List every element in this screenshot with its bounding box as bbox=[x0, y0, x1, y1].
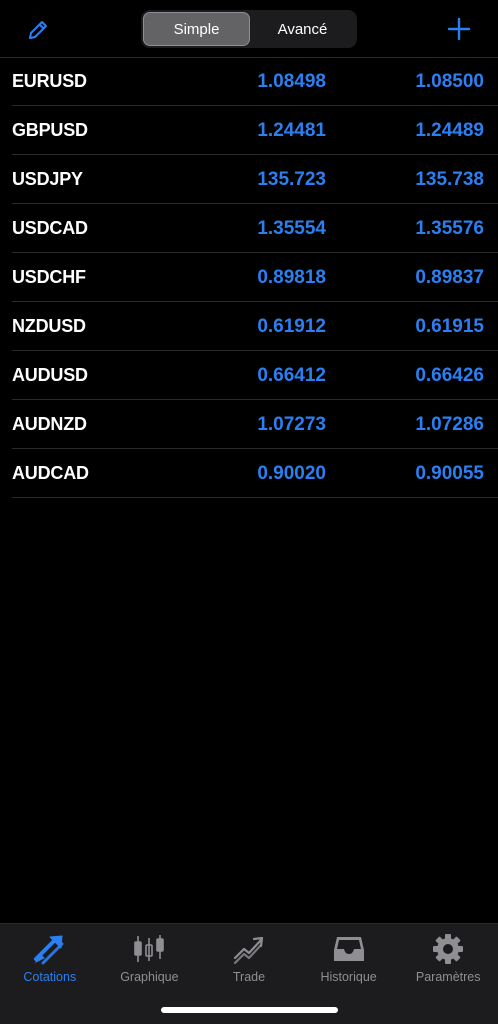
quote-ask: 1.35576 bbox=[415, 218, 484, 239]
quote-symbol: USDCAD bbox=[12, 218, 88, 238]
plus-icon bbox=[447, 17, 471, 41]
quote-symbol: USDCHF bbox=[12, 267, 86, 287]
tab-label: Trade bbox=[232, 970, 266, 984]
tab-trade[interactable]: Trade bbox=[199, 930, 299, 990]
inbox-tray-icon bbox=[333, 937, 364, 961]
quote-symbol: EURUSD bbox=[12, 71, 87, 91]
quote-row[interactable]: EURUSD 1.08498 1.08500 bbox=[12, 57, 498, 106]
candlestick-icon bbox=[134, 935, 165, 962]
quote-bid: 1.07273 bbox=[257, 414, 326, 435]
quote-symbol: AUDNZD bbox=[12, 414, 87, 434]
quote-row[interactable]: AUDCAD 0.90020 0.90055 bbox=[12, 449, 498, 498]
quote-ask: 0.66426 bbox=[415, 365, 484, 386]
quote-row[interactable]: USDCHF 0.89818 0.89837 bbox=[12, 253, 498, 302]
quote-bid: 0.66412 bbox=[257, 365, 326, 386]
quote-symbol: NZDUSD bbox=[12, 316, 86, 336]
segment-advanced[interactable]: Avancé bbox=[250, 12, 355, 46]
quote-ask: 1.07286 bbox=[415, 414, 484, 435]
quote-bid: 1.08498 bbox=[257, 71, 326, 92]
quote-row[interactable]: USDCAD 1.35554 1.35576 bbox=[12, 204, 498, 253]
quote-bid: 135.723 bbox=[257, 169, 326, 190]
tab-label: Graphique bbox=[120, 970, 179, 984]
trade-chart-icon bbox=[233, 936, 264, 965]
quote-ask: 135.738 bbox=[415, 169, 484, 190]
quote-ask: 0.61915 bbox=[415, 316, 484, 337]
tab-historique[interactable]: Historique bbox=[299, 930, 399, 990]
top-bar: Simple Avancé bbox=[0, 0, 498, 58]
quote-ask: 0.89837 bbox=[415, 267, 484, 288]
quote-symbol: AUDUSD bbox=[12, 365, 88, 385]
quote-row[interactable]: USDJPY 135.723 135.738 bbox=[12, 155, 498, 204]
gear-icon bbox=[433, 934, 464, 964]
quote-row[interactable]: AUDUSD 0.66412 0.66426 bbox=[12, 351, 498, 400]
quote-symbol: USDJPY bbox=[12, 169, 83, 189]
tab-label: Historique bbox=[320, 970, 377, 984]
view-mode-segmented-control: Simple Avancé bbox=[141, 10, 357, 48]
quote-bid: 1.35554 bbox=[257, 218, 326, 239]
tab-label: Cotations bbox=[23, 970, 77, 984]
quote-ask: 1.08500 bbox=[415, 71, 484, 92]
quote-ask: 0.90055 bbox=[415, 463, 484, 484]
quote-bid: 0.89818 bbox=[257, 267, 326, 288]
quote-bid: 0.90020 bbox=[257, 463, 326, 484]
edit-button[interactable] bbox=[24, 16, 52, 44]
quote-symbol: GBPUSD bbox=[12, 120, 88, 140]
pencil-icon bbox=[29, 21, 47, 39]
tab-cotations[interactable]: Cotations bbox=[0, 930, 100, 990]
quotes-list: EURUSD 1.08498 1.08500 GBPUSD 1.24481 1.… bbox=[12, 57, 498, 498]
quote-symbol: AUDCAD bbox=[12, 463, 89, 483]
quotes-arrows-icon bbox=[33, 935, 64, 965]
quote-bid: 0.61912 bbox=[257, 316, 326, 337]
quote-row[interactable]: NZDUSD 0.61912 0.61915 bbox=[12, 302, 498, 351]
tab-label: Paramètres bbox=[415, 970, 481, 984]
tab-graphique[interactable]: Graphique bbox=[100, 930, 200, 990]
segment-simple[interactable]: Simple bbox=[143, 12, 250, 46]
quote-bid: 1.24481 bbox=[257, 120, 326, 141]
add-symbol-button[interactable] bbox=[444, 14, 474, 44]
quote-row[interactable]: AUDNZD 1.07273 1.07286 bbox=[12, 400, 498, 449]
home-indicator bbox=[161, 1007, 338, 1013]
quote-row[interactable]: GBPUSD 1.24481 1.24489 bbox=[12, 106, 498, 155]
quote-ask: 1.24489 bbox=[415, 120, 484, 141]
tab-parametres[interactable]: Paramètres bbox=[398, 930, 498, 990]
